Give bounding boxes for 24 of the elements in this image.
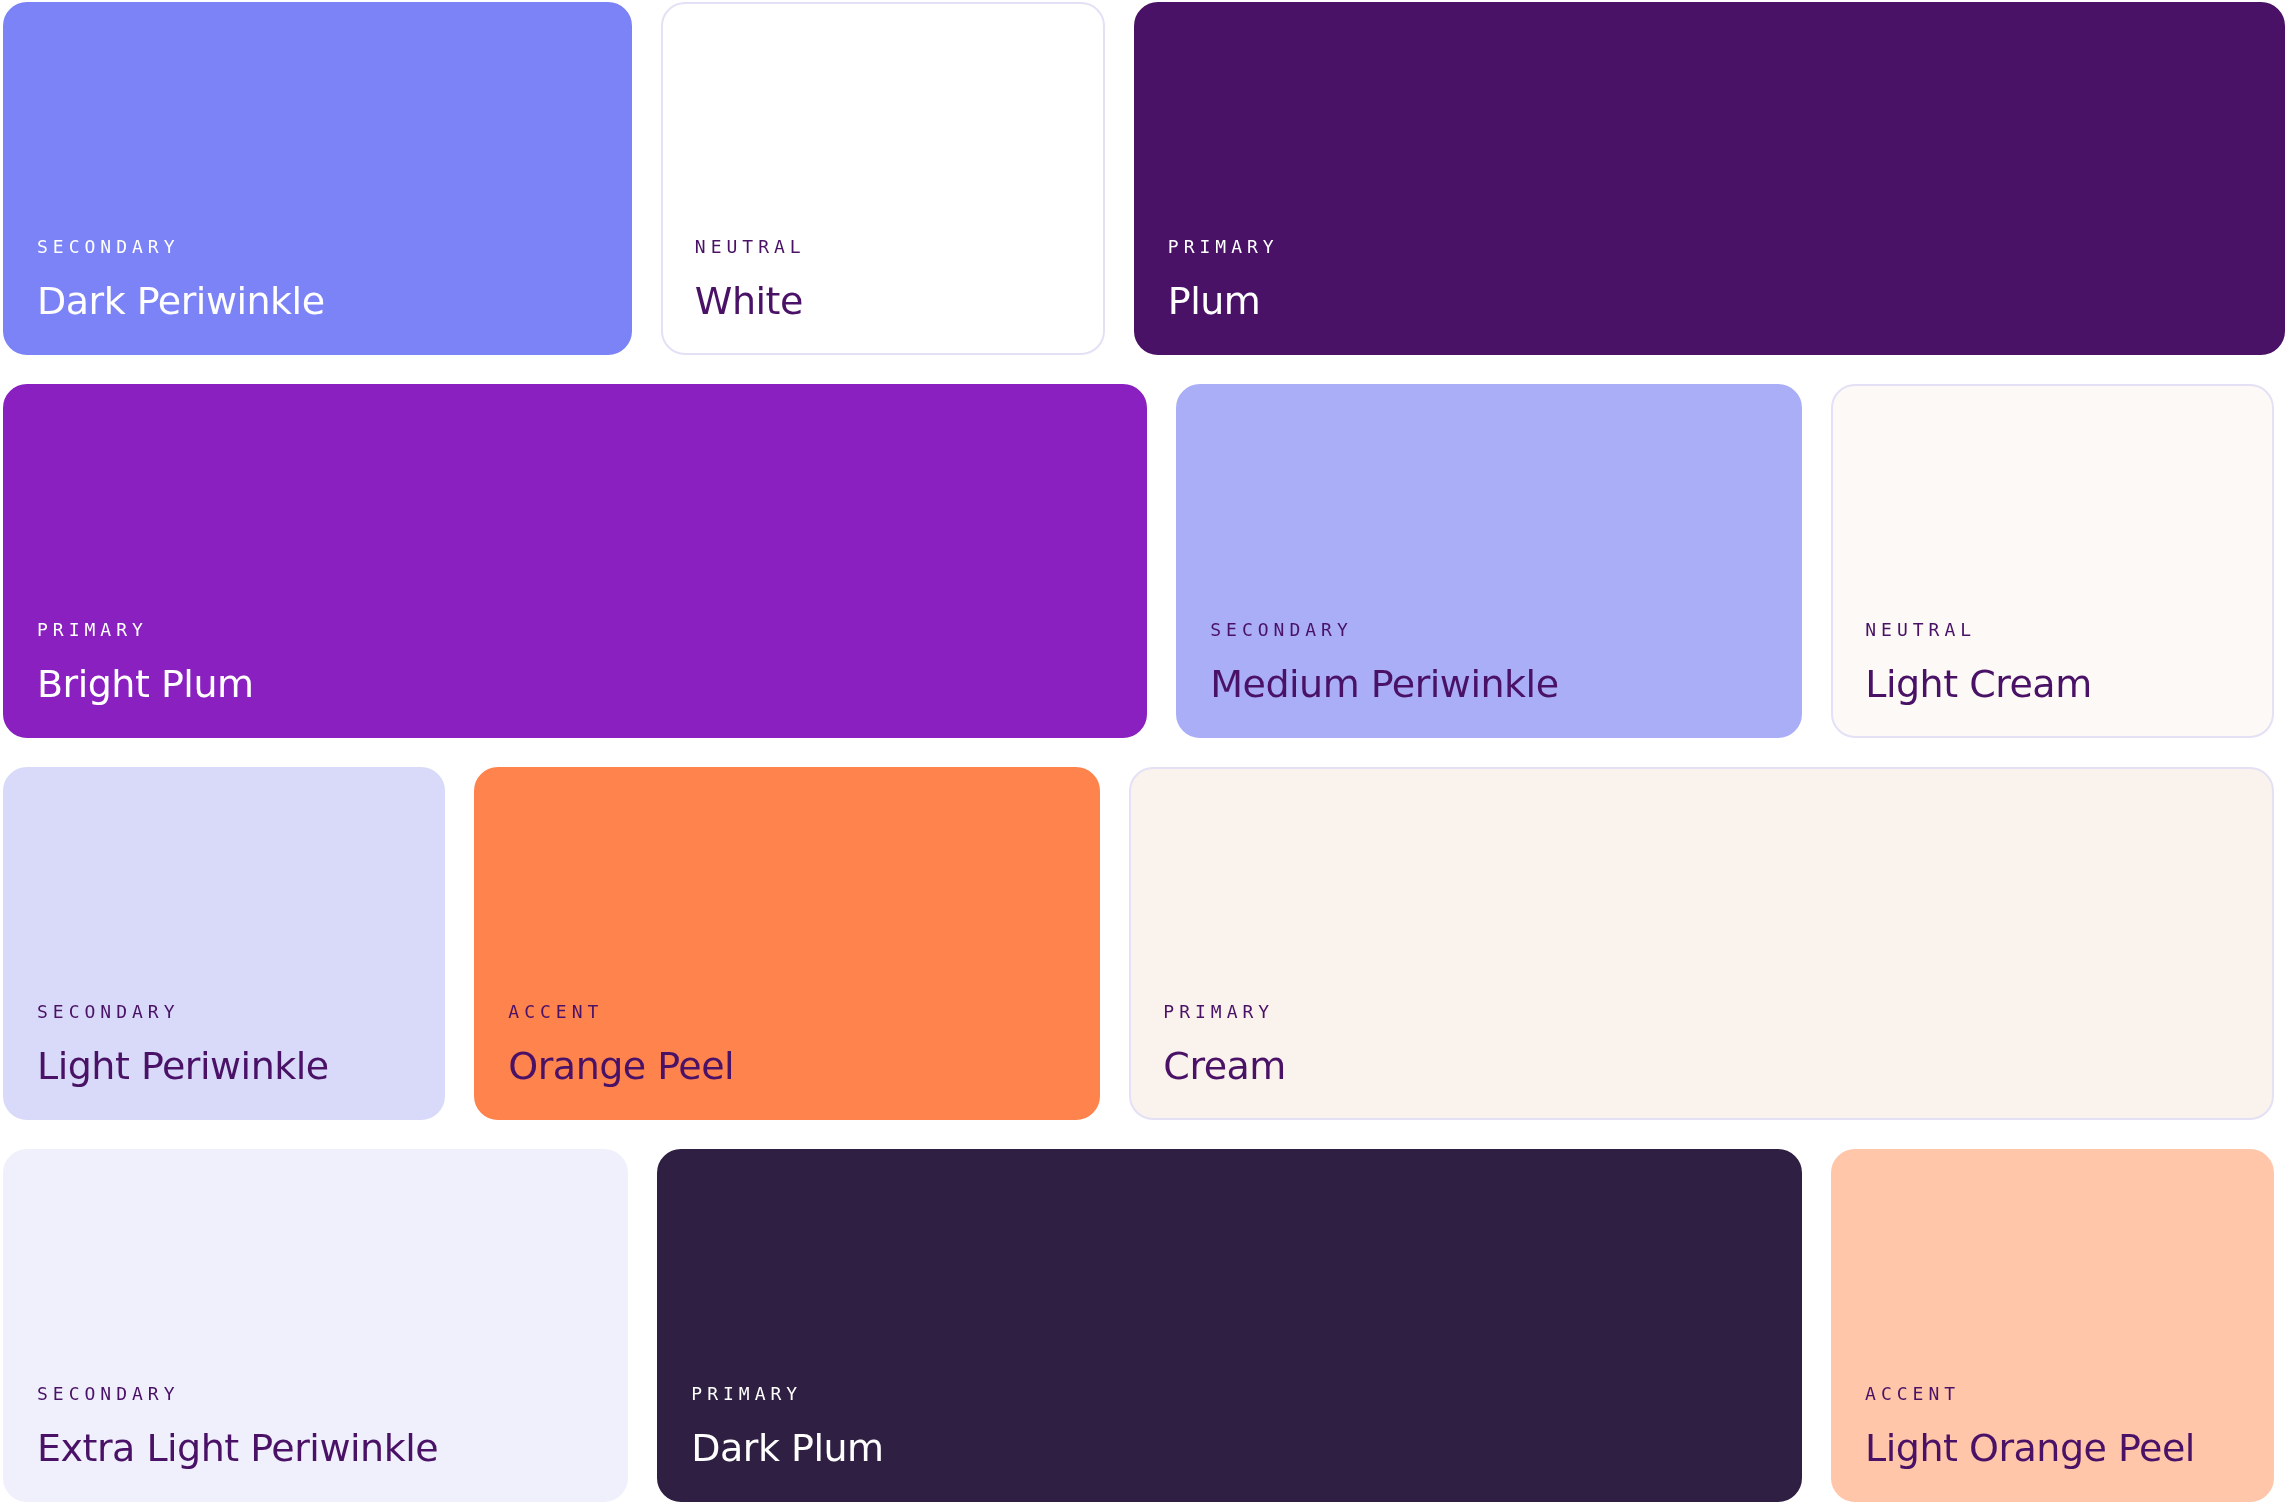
category-label: SECONDARY [37,236,181,258]
category-label: SECONDARY [1210,618,1354,640]
color-name: Dark Periwinkle [37,279,326,324]
category-label: SECONDARY [37,1383,181,1404]
category-label: PRIMARY [1167,236,1280,258]
category-label: PRIMARY [1163,1000,1276,1022]
color-name: Extra Light Periwinkle [37,1426,440,1470]
color-name: Medium Periwinkle [1210,661,1560,706]
color-name: White [694,279,804,324]
color-name: Cream [1163,1043,1287,1088]
color-name: Orange Peel [508,1043,736,1088]
category-label: ACCENT [1865,1383,1962,1404]
color-name: Plum [1167,279,1262,324]
color-name: Light Cream [1865,661,2093,706]
color-name: Light Periwinkle [37,1043,330,1088]
color-name: Light Orange Peel [1865,1426,2196,1470]
category-label: PRIMARY [37,618,149,640]
category-label: PRIMARY [691,1383,804,1404]
category-label: SECONDARY [37,1000,181,1022]
color-name: Dark Plum [691,1426,885,1470]
category-label: NEUTRAL [1865,618,1978,640]
color-name: Bright Plum [37,661,255,706]
category-label: NEUTRAL [694,236,807,258]
category-label: ACCENT [508,1000,605,1022]
